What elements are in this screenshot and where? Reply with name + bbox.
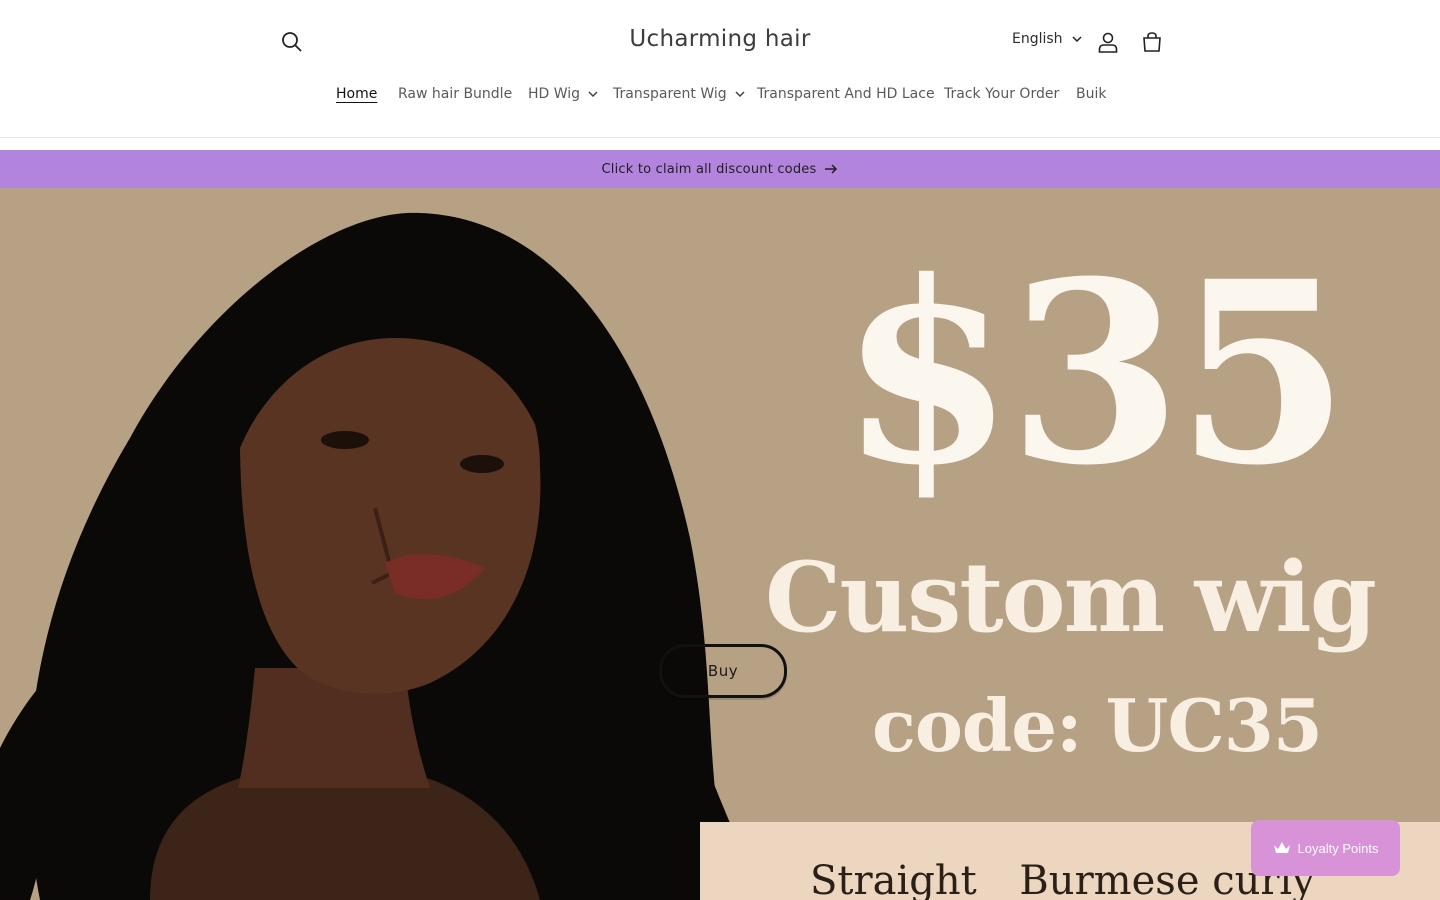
language-label: English <box>1012 31 1063 47</box>
model-photo <box>0 212 760 900</box>
banner-text: Click to claim all discount codes <box>601 161 817 177</box>
nav-item-track-order[interactable]: Track Your Order <box>944 86 1059 102</box>
promo-headline: Custom wig <box>765 541 1377 654</box>
buy-button[interactable]: Buy <box>659 644 787 698</box>
crown-icon <box>1273 842 1290 853</box>
main-nav: Home Raw hair Bundle HD Wig Transparent … <box>0 86 1440 108</box>
nav-item-transparent-hd-lace[interactable]: Transparent And HD Lace <box>757 86 935 102</box>
announcement-banner[interactable]: Click to claim all discount codes <box>0 150 1440 188</box>
account-icon[interactable] <box>1094 28 1122 56</box>
promo-code: code: UC35 <box>872 683 1323 768</box>
nav-item-hd-wig[interactable]: HD Wig <box>528 86 598 102</box>
site-header: Ucharming hair English Home Raw hair Bun… <box>0 0 1440 138</box>
nav-item-transparent-wig[interactable]: Transparent Wig <box>613 86 745 102</box>
chevron-down-icon <box>1072 36 1082 42</box>
promo-price: $35 <box>840 226 1350 520</box>
nav-item-buik[interactable]: Buik <box>1076 86 1106 102</box>
cart-icon[interactable] <box>1138 28 1166 56</box>
loyalty-points-button[interactable]: Loyalty Points <box>1251 820 1400 876</box>
hero-banner: $35 Custom wig code: UC35 Straight Burme… <box>0 188 1440 900</box>
language-selector[interactable]: English <box>1012 31 1082 47</box>
nav-item-home[interactable]: Home <box>336 86 377 102</box>
loyalty-label: Loyalty Points <box>1297 840 1379 856</box>
style-label-straight: Straight <box>810 858 977 900</box>
arrow-right-icon <box>825 164 838 174</box>
chevron-down-icon <box>735 91 745 97</box>
site-logo[interactable]: Ucharming hair <box>0 26 1440 52</box>
chevron-down-icon <box>588 91 598 97</box>
nav-item-raw-hair-bundle[interactable]: Raw hair Bundle <box>398 86 512 102</box>
